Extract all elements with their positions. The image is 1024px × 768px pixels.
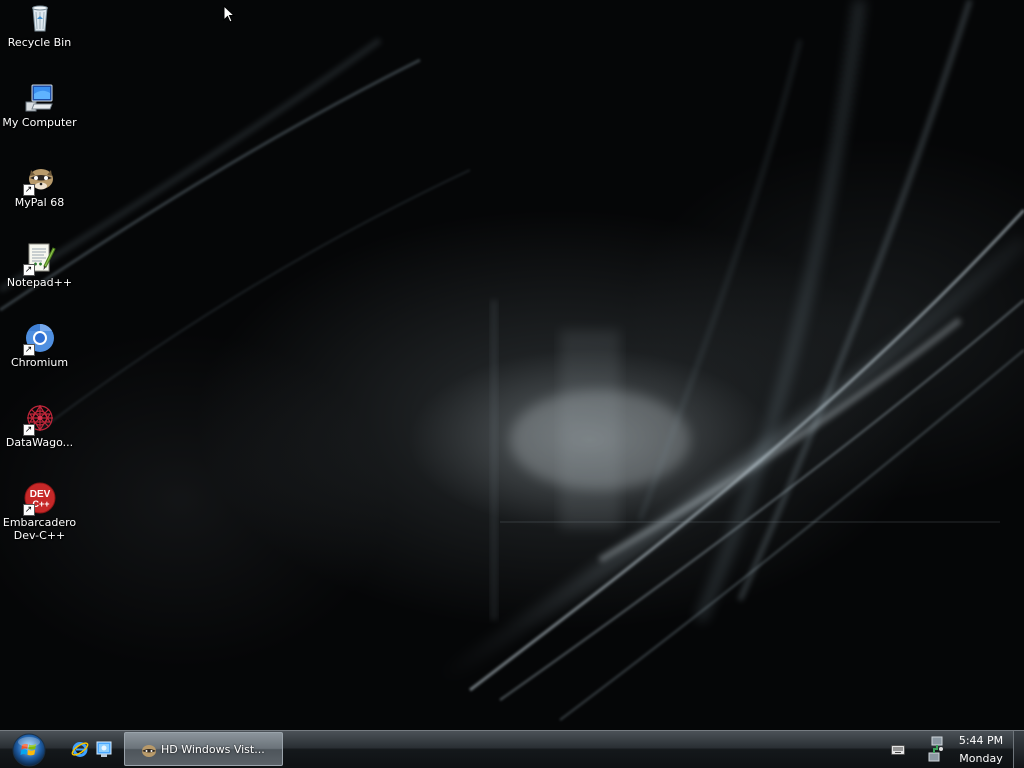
shortcut-arrow-icon: ↗ <box>22 344 35 356</box>
desktop-icon-label: Recycle Bin <box>7 36 72 49</box>
quicklaunch-show-desktop[interactable] <box>95 740 113 758</box>
mypal-raccoon-icon: ↗ <box>22 162 56 196</box>
desktop-icon-label: DataWago... <box>5 436 74 449</box>
recycle-bin-icon <box>24 2 56 34</box>
shortcut-arrow-icon: ↗ <box>22 184 35 196</box>
desktop-icon-my-computer[interactable]: My Computer <box>2 82 77 129</box>
shortcut-arrow-icon: ↗ <box>22 264 35 276</box>
taskbar: HD Windows Vist... 5:44 PM Monday <box>0 730 1024 768</box>
mypal-raccoon-icon <box>142 745 156 757</box>
desktop[interactable]: Recycle Bin My Computer ↗ MyPal 68 ↗ Not… <box>0 0 1024 730</box>
desktop-icon-mypal-68[interactable]: ↗ MyPal 68 <box>2 162 77 209</box>
clock-day[interactable]: Monday <box>956 752 1006 765</box>
taskbar-button-label: HD Windows Vist... <box>161 743 265 756</box>
shortcut-arrow-icon: ↗ <box>22 424 35 436</box>
desktop-icon-label: My Computer <box>2 116 77 129</box>
devcpp-badge-sub: C++ <box>32 499 49 509</box>
desktop-icon-label: Notepad++ <box>6 276 73 289</box>
wallpaper-light-streaks <box>0 0 1024 721</box>
notepad-plus-plus-icon: ↗ <box>22 242 56 276</box>
windows-orb-icon <box>12 733 46 767</box>
desktop-icon-label: Embarcadero Dev-C++ <box>2 516 77 542</box>
start-button[interactable] <box>10 732 48 768</box>
computer-icon <box>24 82 56 114</box>
show-desktop-button[interactable] <box>1013 731 1024 768</box>
desktop-icon-recycle-bin[interactable]: Recycle Bin <box>2 2 77 49</box>
desktop-icon-devcpp[interactable]: DEV C++ ↗ Embarcadero Dev-C++ <box>2 482 77 542</box>
taskbar-button-hd-windows-vista[interactable]: HD Windows Vist... <box>124 732 283 766</box>
datawagon-icon: ↗ <box>22 402 56 436</box>
desktop-icon-label: Chromium <box>10 356 69 369</box>
mouse-cursor-icon <box>223 5 235 23</box>
desktop-icon-datawagon[interactable]: ↗ DataWago... <box>2 402 77 449</box>
show-desktop-quicklaunch-icon <box>96 741 112 757</box>
keyboard-icon[interactable] <box>891 745 905 755</box>
chromium-icon: ↗ <box>22 322 56 356</box>
desktop-icon-chromium[interactable]: ↗ Chromium <box>2 322 77 369</box>
devcpp-icon: DEV C++ ↗ <box>22 482 56 516</box>
desktop-icon-label: MyPal 68 <box>14 196 65 209</box>
shortcut-arrow-icon: ↗ <box>22 504 35 516</box>
quicklaunch-internet-explorer[interactable] <box>71 740 89 758</box>
network-icon[interactable] <box>926 734 946 766</box>
internet-explorer-icon <box>71 742 89 757</box>
clock-time[interactable]: 5:44 PM <box>958 734 1004 747</box>
desktop-icon-notepad-plus-plus[interactable]: ↗ Notepad++ <box>2 242 77 289</box>
